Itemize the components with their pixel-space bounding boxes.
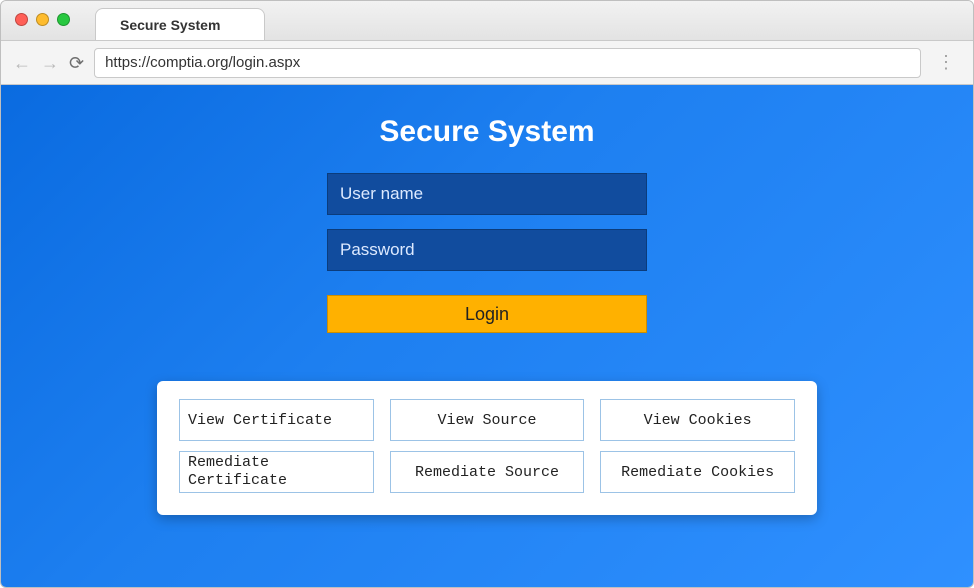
actions-panel: View Certificate View Source View Cookie…	[157, 381, 817, 515]
password-input[interactable]	[327, 229, 647, 271]
view-certificate-button[interactable]: View Certificate	[179, 399, 374, 441]
view-source-button[interactable]: View Source	[390, 399, 585, 441]
remediate-source-button[interactable]: Remediate Source	[390, 451, 585, 493]
remediate-certificate-button[interactable]: Remediate Certificate	[179, 451, 374, 493]
page-title: Secure System	[379, 115, 594, 149]
window-controls	[15, 13, 70, 26]
page-viewport: Secure System Login View Certificate Vie…	[1, 85, 973, 587]
forward-button[interactable]: →	[41, 54, 59, 72]
view-cookies-button[interactable]: View Cookies	[600, 399, 795, 441]
username-input[interactable]	[327, 173, 647, 215]
back-button[interactable]: ←	[13, 54, 31, 72]
maximize-window-button[interactable]	[57, 13, 70, 26]
login-button[interactable]: Login	[327, 295, 647, 333]
toolbar: ← → ⟳ ⋮	[1, 41, 973, 85]
browser-tab[interactable]: Secure System	[95, 8, 265, 40]
titlebar: Secure System	[1, 1, 973, 41]
browser-menu-button[interactable]: ⋮	[931, 52, 961, 73]
address-bar[interactable]	[94, 48, 921, 78]
login-form: Login	[327, 173, 647, 333]
close-window-button[interactable]	[15, 13, 28, 26]
minimize-window-button[interactable]	[36, 13, 49, 26]
reload-button[interactable]: ⟳	[69, 54, 84, 72]
tab-title: Secure System	[120, 17, 220, 33]
remediate-cookies-button[interactable]: Remediate Cookies	[600, 451, 795, 493]
browser-window: Secure System ← → ⟳ ⋮ Secure System Logi…	[0, 0, 974, 588]
